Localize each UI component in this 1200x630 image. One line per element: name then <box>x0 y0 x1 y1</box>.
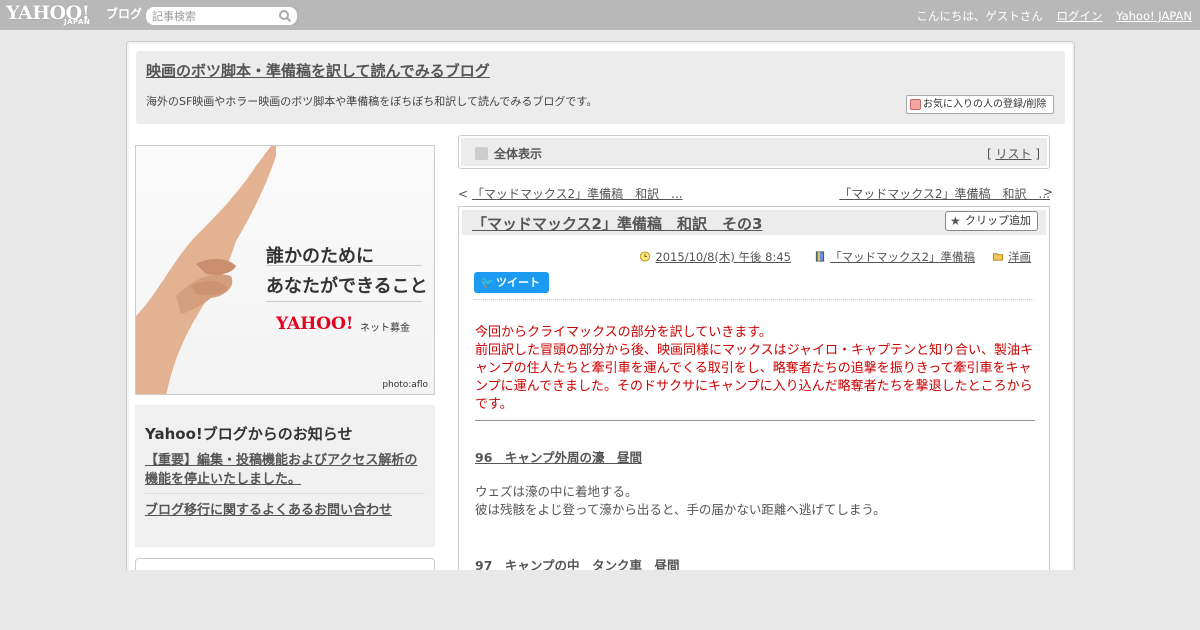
notice-box: Yahoo!ブログからのお知らせ 【重要】編集・投稿機能およびアクセス解析の機能… <box>135 405 435 547</box>
banner-photo-credit: photo:aflo <box>382 380 428 390</box>
notice-link-important[interactable]: 【重要】編集・投稿機能およびアクセス解析の機能を停止いたしました。 <box>145 451 429 489</box>
book-icon <box>815 251 825 262</box>
favorite-register-button[interactable]: お気に入りの人の登録/削除 <box>906 95 1054 114</box>
list-bracket-open: [ <box>986 147 992 161</box>
notice-divider <box>145 493 425 494</box>
notice-link-faq[interactable]: ブログ移行に関するよくあるお問い合わせ <box>145 499 392 518</box>
article-folder-link[interactable]: 洋画 <box>1008 250 1031 264</box>
star-icon: ★ <box>950 214 961 228</box>
list-link[interactable]: リスト <box>995 147 1031 161</box>
page-footer-area <box>0 570 1200 630</box>
yahoo-logo-sub: JAPAN <box>64 18 91 26</box>
banner-yahoo-logo: YAHOO! <box>276 314 354 334</box>
search-input[interactable] <box>152 8 272 24</box>
all-view-bar: 全体表示 [ リスト ] <box>458 135 1050 169</box>
heart-icon <box>910 99 921 110</box>
greeting-text: こんにちは、ゲストさん <box>916 9 1043 23</box>
tweet-label: ツイート <box>496 276 540 289</box>
folder-icon <box>992 253 1004 261</box>
top-nav: こんにちは、ゲストさん ログイン Yahoo! JAPAN <box>906 8 1192 24</box>
section-heading-96: 96 キャンプ外周の濠 昼間 <box>475 450 643 465</box>
donation-banner[interactable]: 誰かのために あなたができること YAHOO! ネット募金 photo:aflo <box>135 145 435 395</box>
article-title[interactable]: 「マッドマックス2」準備稿 和訳 その3 <box>472 213 762 234</box>
article-intro: 今回からクライマックスの部分を訳していきます。 前回訳した冒頭の部分から後、映画… <box>475 325 1033 412</box>
arrow-icon <box>475 147 488 160</box>
clip-add-label: クリップ追加 <box>965 214 1031 227</box>
login-link[interactable]: ログイン <box>1057 9 1103 23</box>
next-article-nav: 「マッドマックス2」準備稿 和訳 ... <box>839 185 1050 202</box>
blog-header: 映画のボツ脚本・準備稿を訳して読んでみるブログ 海外のSF映画やホラー映画のボツ… <box>136 51 1065 124</box>
favorite-register-label: お気に入りの人の登録/削除 <box>923 99 1047 110</box>
clock-icon <box>640 251 651 262</box>
search-box <box>146 7 297 25</box>
article-category-link[interactable]: 「マッドマックス2」準備稿 <box>830 250 975 264</box>
prev-article-nav: < 「マッドマックス2」準備稿 和訳 ... <box>458 185 683 202</box>
article-date-link[interactable]: 2015/10/8(木) 午後 8:45 <box>655 250 791 264</box>
top-bar: YAHOO! JAPAN ブログ こんにちは、ゲストさん ログイン Yahoo!… <box>0 0 1200 30</box>
article: 「マッドマックス2」準備稿 和訳 その3 ★ クリップ追加 2015/10/8(… <box>458 206 1050 586</box>
dotted-divider <box>474 299 1034 300</box>
notice-title: Yahoo!ブログからのお知らせ <box>145 425 353 443</box>
next-arrow: > <box>1043 185 1054 199</box>
banner-rule-2 <box>266 301 422 302</box>
article-category: 「マッドマックス2」準備稿 <box>814 249 975 265</box>
tweet-button[interactable]: 🐦 ツイート <box>474 272 549 293</box>
next-article-link[interactable]: 「マッドマックス2」準備稿 和訳 ... <box>839 187 1050 201</box>
search-icon[interactable] <box>278 9 292 23</box>
article-date: 2015/10/8(木) 午後 8:45 <box>639 249 791 265</box>
banner-sub-text: ネット募金 <box>360 323 410 334</box>
all-view-label: 全体表示 <box>494 147 543 161</box>
list-link-wrapper: [ リスト ] <box>987 145 1040 162</box>
article-header: 「マッドマックス2」準備稿 和訳 その3 ★ クリップ追加 <box>462 210 1046 235</box>
list-bracket-close: ] <box>1035 147 1040 161</box>
article-folder: 洋画 <box>992 249 1031 265</box>
article-divider <box>475 420 1035 421</box>
blog-logo-text: ブログ <box>106 7 143 21</box>
clip-add-button[interactable]: ★ クリップ追加 <box>945 211 1038 231</box>
yahoo-japan-link[interactable]: Yahoo! JAPAN <box>1116 9 1192 23</box>
blog-description: 海外のSF映画やホラー映画のボツ脚本や準備稿をぼちぼち和訳して読んでみるブログで… <box>146 95 598 108</box>
twitter-bird-icon: 🐦 <box>480 276 494 289</box>
hands-illustration <box>136 146 276 394</box>
banner-line-2: あなたができること <box>266 276 428 297</box>
section-body-96: ウェズは濠の中に着地する。 彼は残骸をよじ登って濠から出ると、手の届かない距離へ… <box>475 484 886 517</box>
blog-title[interactable]: 映画のボツ脚本・準備稿を訳して読んでみるブログ <box>146 60 490 81</box>
banner-rule-1 <box>266 265 422 266</box>
prev-arrow: < <box>458 187 469 201</box>
prev-article-link[interactable]: 「マッドマックス2」準備稿 和訳 ... <box>472 187 683 201</box>
